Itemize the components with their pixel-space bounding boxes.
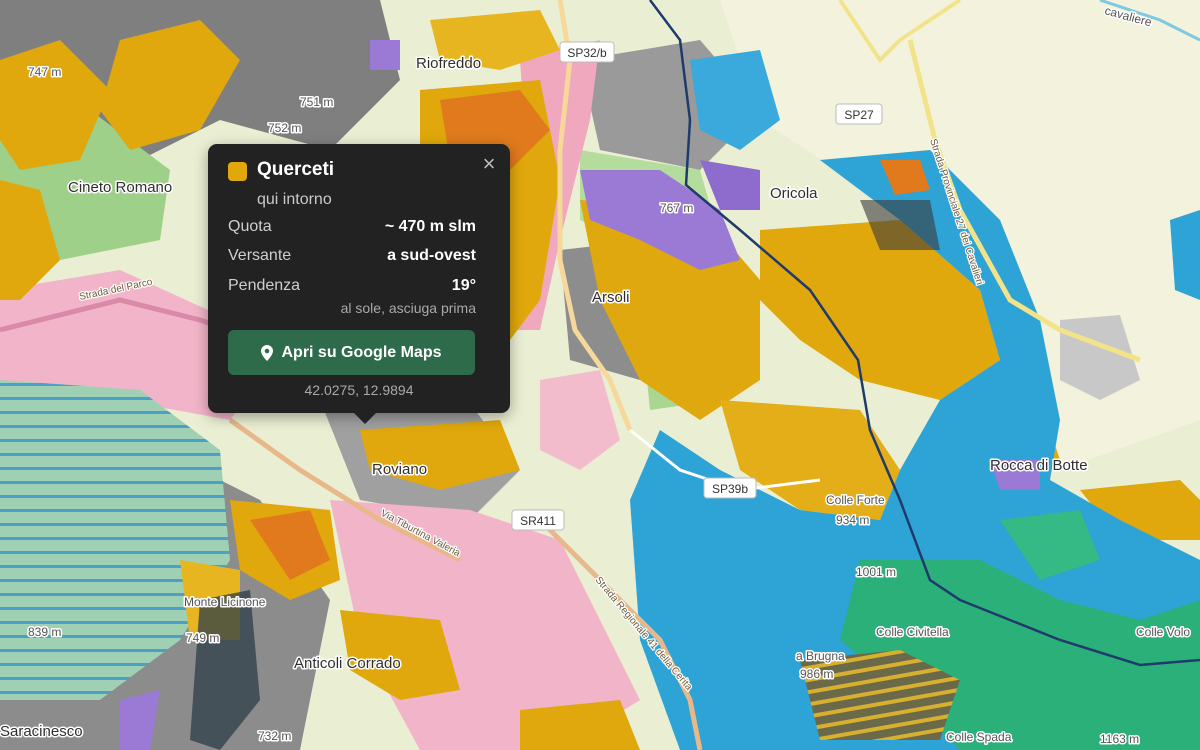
road-shield-sp39b: SP39b	[703, 477, 757, 499]
popup-pointer	[354, 413, 376, 424]
svg-text:SP39b: SP39b	[712, 482, 748, 496]
svg-text:SR411: SR411	[520, 514, 556, 528]
place-label-brugna: a Brugna	[796, 649, 845, 663]
close-icon[interactable]: ×	[480, 153, 498, 175]
slope-note: al sole, asciuga prima	[340, 300, 476, 316]
elevation-label: 1001 m	[856, 565, 896, 579]
road-shield-sr411: SR411	[511, 509, 565, 531]
elevation-label: 767 m	[660, 201, 693, 215]
coordinates-readout: 42.0275, 12.9894	[304, 382, 414, 398]
place-label-arsoli: Arsoli	[592, 289, 630, 306]
elevation-label: 752 m	[268, 121, 301, 135]
info-key: Quota	[228, 218, 272, 235]
elevation-label: 986 m	[800, 667, 833, 681]
elevation-label: 749 m	[186, 631, 219, 645]
place-label-saracinesco: Saracinesco	[0, 723, 83, 740]
map-canvas[interactable]: SP27 SP32/b SP39b SR411 Via Tiburtina Va…	[0, 0, 1200, 750]
place-label-rocca: Rocca di Botte	[990, 457, 1088, 474]
info-key: Pendenza	[228, 277, 301, 294]
info-key: Versante	[228, 247, 292, 264]
place-label-colle-volo: Colle Volo	[1136, 625, 1190, 639]
place-label-anticoli: Anticoli Corrado	[294, 655, 401, 672]
place-label-colle-forte: Colle Forte	[826, 493, 885, 507]
place-label-oricola: Oricola	[770, 185, 818, 202]
elevation-label: 839 m	[28, 625, 61, 639]
svg-text:SP27: SP27	[844, 108, 874, 122]
elevation-label: 747 m	[28, 65, 61, 79]
road-shield-sp32b: SP32/b	[559, 41, 615, 63]
elevation-label: 1163 m	[1100, 732, 1139, 746]
road-shield-sp27: SP27	[835, 103, 883, 125]
forest-type-swatch	[228, 162, 247, 181]
open-google-maps-button[interactable]: Apri su Google Maps	[228, 330, 475, 375]
popup-title: Querceti	[257, 159, 335, 180]
map-pin-icon	[261, 344, 274, 361]
place-label-colle-spada: Colle Spada	[946, 730, 1012, 744]
elevation-label: 732 m	[258, 729, 291, 743]
place-label-riofreddo: Riofreddo	[416, 55, 481, 72]
svg-text:SP32/b: SP32/b	[567, 46, 607, 60]
forest-info-popup: × Querceti qui intorno Quota ~ 470 m slm…	[208, 144, 510, 424]
info-value: a sud-ovest	[387, 247, 476, 264]
place-label-cineto: Cineto Romano	[68, 179, 172, 196]
place-label-roviano: Roviano	[372, 461, 427, 478]
info-value: ~ 470 m slm	[384, 218, 476, 235]
info-value: 19°	[451, 277, 476, 294]
elevation-label: 751 m	[300, 95, 333, 109]
google-maps-button-label: Apri su Google Maps	[281, 343, 442, 361]
place-label-colle-civitella: Colle Civitella	[876, 625, 949, 639]
place-label-monte-lecinone: Monte Licinone	[184, 595, 266, 609]
popup-subtitle: qui intorno	[257, 191, 332, 208]
shrub-area	[370, 40, 400, 70]
elevation-label: 934 m	[836, 513, 869, 527]
